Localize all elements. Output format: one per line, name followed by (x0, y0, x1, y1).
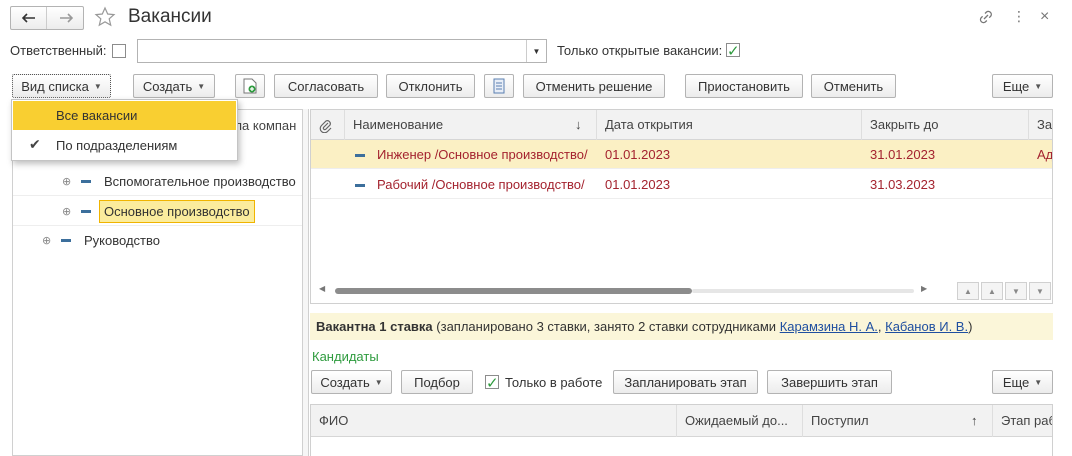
employee-link[interactable]: Кабанов И. В. (885, 319, 968, 334)
cell-close-by: 31.01.2023 (870, 147, 936, 162)
tree-panel: па компан ⊕ Вспомогательное производство… (12, 109, 303, 456)
cell-name: Инженер /Основное производство/ (345, 140, 597, 169)
column-expected[interactable]: Ожидаемый до... (677, 405, 803, 437)
dropdown-arrow-icon: ▼ (1034, 81, 1043, 91)
sort-asc-icon: ↑ (971, 413, 978, 428)
more-button[interactable]: Еще ▼ (992, 74, 1053, 98)
tree-row[interactable]: ⊕ Вспомогательное производство (13, 167, 303, 196)
scroll-track (692, 289, 914, 293)
paperclip-icon (319, 119, 332, 133)
responsible-label: Ответственный: (10, 43, 107, 58)
folder-dash-icon (81, 180, 91, 183)
column-close-by[interactable]: Закрыть до (862, 110, 1029, 140)
link-icon[interactable] (978, 9, 994, 28)
item-dash-icon (355, 184, 365, 188)
approve-button[interactable]: Согласовать (274, 74, 378, 98)
folder-dash-icon (61, 239, 71, 242)
menu-item-all-vacancies[interactable]: Все вакансии (13, 101, 236, 130)
cell-opened: 01.01.2023 (605, 177, 671, 192)
report-button[interactable] (484, 74, 514, 98)
scroll-left-icon[interactable]: ◀ (319, 284, 325, 293)
vacancies-table: Наименование ↓ Дата открытия Закрыть до … (310, 109, 1053, 304)
nav-buttons (10, 6, 84, 30)
in-work-label: Только в работе (505, 375, 603, 390)
item-dash-icon (355, 154, 365, 158)
column-stage[interactable]: Этап раб (993, 405, 1052, 437)
attachment-column[interactable] (311, 110, 345, 140)
column-opened[interactable]: Дата открытия (597, 110, 862, 140)
table-row[interactable]: Рабочий /Основное производство/ 01.01.20… (311, 170, 1052, 199)
candidates-more-button[interactable]: Еще ▼ (992, 370, 1053, 394)
tree-row-selected[interactable]: ⊕ Основное производство (13, 197, 303, 226)
table-row[interactable]: Инженер /Основное производство/ 01.01.20… (311, 140, 1052, 169)
responsible-checkbox[interactable] (112, 44, 126, 58)
sort-desc-icon: ↓ (575, 117, 582, 132)
cancel-button[interactable]: Отменить (811, 74, 896, 98)
candidates-create-button[interactable]: Создать ▼ (311, 370, 392, 394)
horizontal-scrollbar[interactable]: ◀ ▶ (311, 280, 951, 302)
forward-icon[interactable] (48, 7, 84, 29)
candidates-table: ФИО Ожидаемый до... Поступил ↑ Этап раб (310, 404, 1053, 456)
checkmark-icon: ✓ (727, 43, 740, 60)
finish-stage-button[interactable]: Завершить этап (767, 370, 892, 394)
create-button[interactable]: Создать ▼ (133, 74, 215, 98)
expand-icon[interactable]: ⊕ (62, 175, 71, 188)
close-icon[interactable]: × (1040, 8, 1049, 26)
open-only-checkbox[interactable]: ✓ (726, 43, 740, 60)
column-arrived[interactable]: Поступил ↑ (803, 405, 993, 437)
more-vertical-icon[interactable]: ⋮ (1012, 8, 1026, 24)
cell-close-by: 31.03.2023 (870, 177, 936, 192)
pick-button[interactable]: Подбор (401, 370, 473, 394)
cell-extra: Ад (1037, 147, 1053, 162)
in-work-checkbox[interactable]: ✓ (485, 375, 499, 392)
view-list-menu: Все вакансии ✔ По подразделениям (11, 99, 238, 161)
add-document-icon (243, 78, 257, 94)
open-only-label: Только открытые вакансии: (557, 43, 723, 58)
column-fio[interactable]: ФИО (311, 405, 677, 437)
tree-header-partial: па компан (235, 118, 297, 133)
column-name[interactable]: Наименование ↓ (345, 110, 597, 140)
expand-icon[interactable]: ⊕ (62, 205, 71, 218)
suspend-button[interactable]: Приостановить (685, 74, 803, 98)
panel-splitter[interactable] (302, 109, 309, 456)
move-first-icon[interactable]: ▲ (957, 282, 979, 300)
plan-stage-button[interactable]: Запланировать этап (613, 370, 758, 394)
candidates-title: Кандидаты (312, 349, 379, 364)
dropdown-arrow-icon: ▼ (197, 81, 206, 91)
cell-name: Рабочий /Основное производство/ (345, 170, 597, 199)
favorite-star-icon[interactable] (94, 6, 116, 31)
back-icon[interactable] (11, 7, 47, 29)
move-last-icon[interactable]: ▼ (1029, 282, 1051, 300)
expand-icon[interactable]: ⊕ (42, 234, 51, 247)
folder-dash-icon (81, 210, 91, 213)
view-list-button[interactable]: Вид списка ▼ (12, 74, 111, 98)
checkmark-icon: ✓ (486, 375, 499, 392)
tree-row[interactable]: ⊕ Руководство (13, 227, 303, 256)
dropdown-icon[interactable]: ▼ (526, 40, 546, 62)
checkmark-icon: ✔ (29, 136, 41, 152)
create-copy-button[interactable] (235, 74, 265, 98)
page-title: Вакансии (128, 6, 212, 27)
cancel-decision-button[interactable]: Отменить решение (523, 74, 665, 98)
scroll-thumb[interactable] (335, 288, 692, 294)
responsible-field[interactable]: ▼ (137, 39, 547, 63)
employee-link[interactable]: Карамзина Н. А. (780, 319, 878, 334)
cell-opened: 01.01.2023 (605, 147, 671, 162)
reject-button[interactable]: Отклонить (386, 74, 475, 98)
vacancy-info-bar: Вакантна 1 ставка (запланировано 3 ставк… (310, 313, 1053, 340)
move-down-icon[interactable]: ▼ (1005, 282, 1027, 300)
dropdown-arrow-icon: ▼ (93, 81, 102, 91)
move-up-icon[interactable]: ▲ (981, 282, 1003, 300)
table-header: Наименование ↓ Дата открытия Закрыть до … (311, 110, 1052, 140)
column-extra[interactable]: За (1029, 110, 1052, 140)
tree-item-label: Вспомогательное производство (104, 174, 296, 189)
scroll-right-icon[interactable]: ▶ (921, 284, 927, 293)
tree-item-label: Основное производство (99, 200, 255, 223)
dropdown-arrow-icon: ▼ (374, 377, 383, 387)
dropdown-arrow-icon: ▼ (1034, 377, 1043, 387)
table-header: ФИО Ожидаемый до... Поступил ↑ Этап раб (311, 405, 1052, 437)
report-icon (493, 78, 505, 94)
tree-item-label: Руководство (84, 233, 160, 248)
menu-item-by-departments[interactable]: ✔ По подразделениям (13, 131, 236, 160)
